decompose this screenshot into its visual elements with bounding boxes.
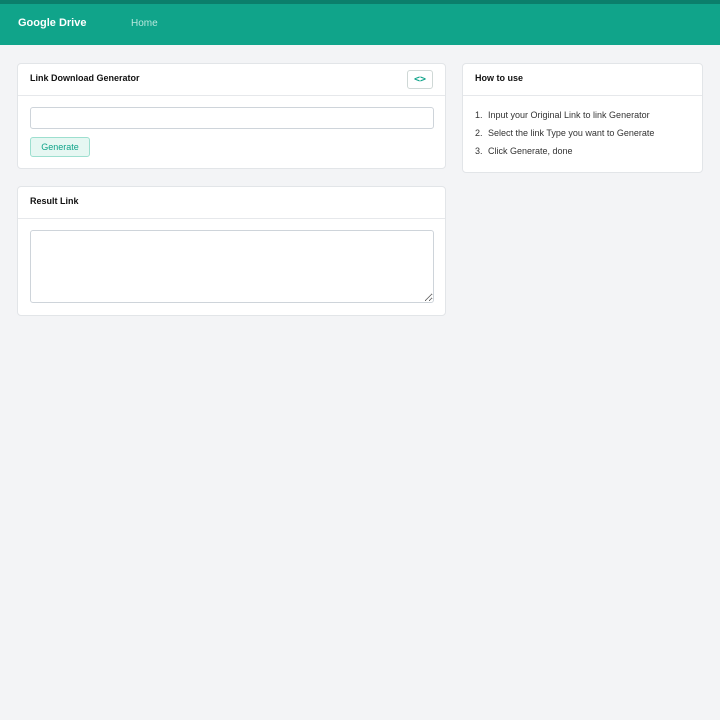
step-number: 2. — [475, 128, 483, 138]
step-text: Select the link Type you want to Generat… — [488, 128, 655, 138]
link-generator-title: Link Download Generator — [30, 73, 140, 83]
step-text: Click Generate, done — [488, 146, 573, 156]
brand-title[interactable]: Google Drive — [18, 17, 86, 29]
top-navbar: Google Drive Home — [0, 0, 720, 45]
step-item: 1. Input your Original Link to link Gene… — [475, 109, 654, 127]
step-item: 2. Select the link Type you want to Gene… — [475, 127, 654, 145]
how-to-use-title: How to use — [475, 73, 524, 83]
result-link-textarea[interactable] — [30, 230, 434, 303]
original-link-input[interactable] — [30, 107, 434, 129]
result-link-title: Result Link — [30, 196, 79, 206]
result-link-header: Result Link — [18, 187, 445, 219]
how-to-use-card: How to use 1. Input your Original Link t… — [462, 63, 703, 173]
nav-home-link[interactable]: Home — [131, 18, 158, 29]
how-to-use-steps: 1. Input your Original Link to link Gene… — [475, 109, 654, 163]
link-generator-card: Link Download Generator <> Generate — [17, 63, 446, 169]
code-toggle-button[interactable]: <> — [407, 70, 433, 89]
how-to-use-header: How to use — [463, 64, 702, 96]
result-link-card: Result Link — [17, 186, 446, 316]
step-number: 3. — [475, 146, 483, 156]
step-text: Input your Original Link to link Generat… — [488, 110, 650, 120]
step-number: 1. — [475, 110, 483, 120]
generate-button[interactable]: Generate — [30, 137, 90, 157]
code-brackets-icon: <> — [413, 74, 427, 85]
link-generator-header: Link Download Generator <> — [18, 64, 445, 96]
step-item: 3. Click Generate, done — [475, 145, 654, 163]
